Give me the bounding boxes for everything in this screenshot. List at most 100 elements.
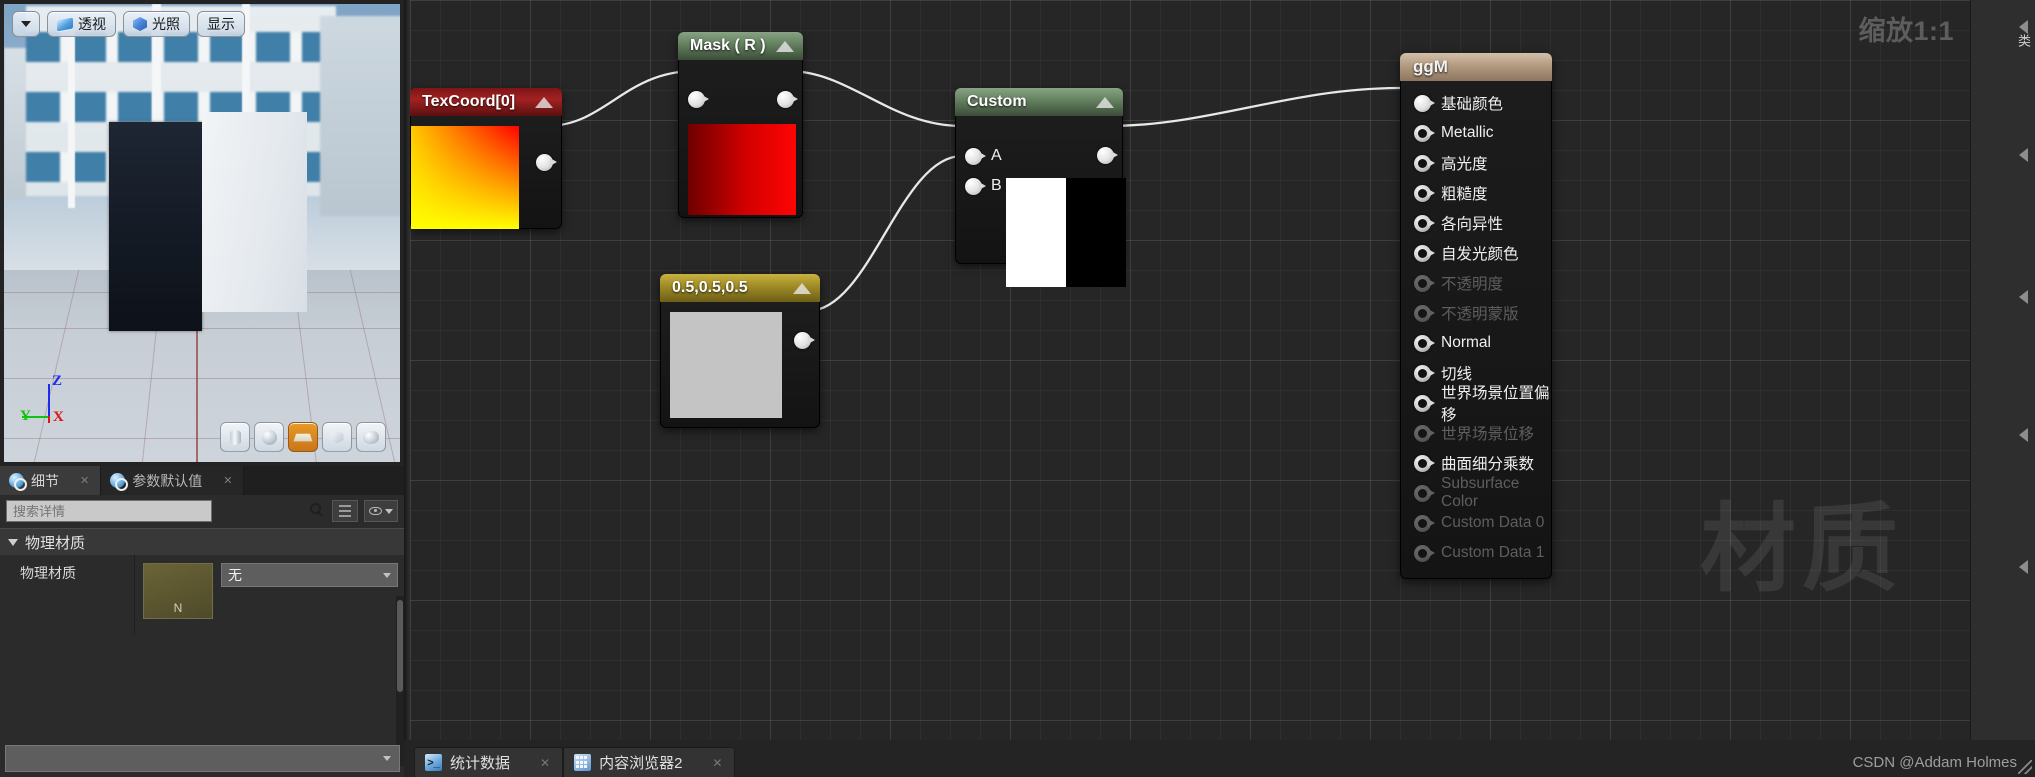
- material-pin[interactable]: [1414, 484, 1435, 502]
- list-icon: [339, 505, 351, 517]
- close-icon[interactable]: ✕: [223, 474, 232, 487]
- material-pin[interactable]: [1414, 364, 1435, 382]
- material-pin-row[interactable]: 高光度: [1401, 148, 1551, 178]
- texcoord-node[interactable]: TexCoord[0]: [410, 88, 562, 229]
- material-pin[interactable]: [1414, 304, 1435, 322]
- custom-input-pin-a[interactable]: [965, 147, 986, 165]
- constant-node-header[interactable]: 0.5,0.5,0.5: [660, 274, 820, 302]
- view-mode-perspective-label: 透视: [78, 16, 106, 32]
- constant-node-body: [660, 302, 820, 428]
- chevron-right-icon[interactable]: [2019, 20, 2028, 34]
- material-output-header[interactable]: ggM: [1400, 53, 1552, 81]
- mask-node-header[interactable]: Mask ( R ): [678, 32, 803, 60]
- material-pin-row[interactable]: Custom Data 0: [1401, 508, 1551, 538]
- material-pin[interactable]: [1414, 124, 1435, 142]
- mask-input-pin[interactable]: [688, 91, 709, 108]
- preview-shape-cylinder[interactable]: [220, 422, 250, 452]
- collapse-triangle-icon[interactable]: [793, 282, 811, 294]
- close-icon[interactable]: ✕: [80, 474, 89, 487]
- material-pin-row[interactable]: 粗糙度: [1401, 178, 1551, 208]
- tab-statistics[interactable]: >_ 统计数据 ✕: [414, 747, 564, 777]
- asset-thumbnail[interactable]: N: [143, 563, 213, 619]
- sidebar-tab-palette[interactable]: 类: [2014, 34, 2033, 48]
- material-pin-row[interactable]: 曲面细分乘数: [1401, 448, 1551, 478]
- mask-node[interactable]: Mask ( R ): [678, 32, 803, 218]
- material-pin[interactable]: [1414, 94, 1435, 112]
- material-pin-row[interactable]: Subsurface Color: [1401, 475, 1551, 510]
- physical-material-combo[interactable]: 无: [221, 563, 398, 587]
- texcoord-output-pin[interactable]: [536, 154, 557, 171]
- view-mode-lit-button[interactable]: 光照: [123, 11, 190, 37]
- chevron-right-icon[interactable]: [2019, 290, 2028, 304]
- mask-node-body: [678, 60, 803, 218]
- tab-details[interactable]: 细节 ✕: [0, 466, 102, 495]
- collapse-triangle-icon[interactable]: [776, 40, 794, 52]
- custom-node-header[interactable]: Custom: [955, 88, 1123, 116]
- material-pin[interactable]: [1414, 244, 1435, 262]
- details-tab-row: 细节 ✕ 参数默认值 ✕: [0, 466, 404, 495]
- chevron-right-icon[interactable]: [2019, 560, 2028, 574]
- material-preview-viewport[interactable]: 透视 光照 显示 Z Y X: [4, 4, 400, 462]
- material-pin-row[interactable]: Custom Data 1: [1401, 538, 1551, 568]
- view-mode-perspective-button[interactable]: 透视: [47, 11, 116, 37]
- view-mode-lit-label: 光照: [152, 16, 180, 32]
- details-view-options-button[interactable]: [332, 500, 358, 522]
- tab-content-browser-2[interactable]: 内容浏览器2 ✕: [563, 747, 736, 777]
- material-pin-row[interactable]: 世界场景位移: [1401, 418, 1551, 448]
- material-pin[interactable]: [1414, 334, 1435, 352]
- content-browser-icon: [574, 754, 592, 771]
- search-icon: [310, 503, 321, 514]
- constant-output-pin[interactable]: [794, 332, 815, 349]
- material-pin-row[interactable]: 自发光颜色: [1401, 238, 1551, 268]
- material-pin-label: 曲面细分乘数: [1441, 456, 1535, 473]
- material-pin[interactable]: [1414, 424, 1435, 442]
- left-bottom-combo[interactable]: [5, 745, 400, 772]
- mask-output-pin[interactable]: [777, 91, 798, 108]
- chevron-right-icon[interactable]: [2019, 428, 2028, 442]
- texcoord-preview: [411, 126, 519, 229]
- preview-shape-teapot[interactable]: [356, 422, 386, 452]
- close-icon[interactable]: ✕: [712, 756, 722, 770]
- tab-parameter-defaults[interactable]: 参数默认值 ✕: [101, 466, 245, 495]
- details-visibility-button[interactable]: [364, 500, 398, 522]
- material-pin-row[interactable]: Metallic: [1401, 118, 1551, 148]
- resize-grip[interactable]: [2018, 760, 2032, 774]
- custom-node[interactable]: Custom A B: [955, 88, 1126, 287]
- preview-shape-cube[interactable]: [322, 422, 352, 452]
- material-pin-row[interactable]: 不透明度: [1401, 268, 1551, 298]
- close-icon[interactable]: ✕: [540, 756, 550, 770]
- material-pin-row[interactable]: Normal: [1401, 328, 1551, 358]
- material-pin-row[interactable]: 基础颜色: [1401, 88, 1551, 118]
- custom-input-pin-b[interactable]: [965, 177, 986, 195]
- show-flags-button[interactable]: 显示: [197, 11, 245, 37]
- material-pin[interactable]: [1414, 274, 1435, 292]
- material-pin[interactable]: [1414, 544, 1435, 562]
- custom-output-pin[interactable]: [1097, 147, 1118, 164]
- constant-node[interactable]: 0.5,0.5,0.5: [660, 274, 820, 428]
- material-graph-canvas[interactable]: 缩放1:1 TexCoord[0] Mask ( R ) 0.5,0.5,0.5…: [410, 0, 1970, 740]
- material-pin[interactable]: [1414, 214, 1435, 232]
- collapse-triangle-icon[interactable]: [1096, 96, 1114, 108]
- material-pin[interactable]: [1414, 154, 1435, 172]
- material-pin[interactable]: [1414, 184, 1435, 202]
- material-pin[interactable]: [1414, 454, 1435, 472]
- custom-input-label-b: B: [991, 177, 1002, 194]
- preview-shape-sphere[interactable]: [254, 422, 284, 452]
- viewport-options-button[interactable]: [12, 11, 40, 37]
- chevron-right-icon[interactable]: [2019, 148, 2028, 162]
- material-pin-row[interactable]: 各向异性: [1401, 208, 1551, 238]
- bottom-tab-bar: >_ 统计数据 ✕ 内容浏览器2 ✕ CSDN @Addam Holmes: [404, 740, 2035, 777]
- texcoord-node-header[interactable]: TexCoord[0]: [410, 88, 562, 116]
- search-input[interactable]: [6, 500, 212, 522]
- material-output-node[interactable]: ggM 基础颜色 Metallic 高光度 粗糙度 各向异性 自发光颜色 不透明度 不透明蒙版…: [1400, 53, 1552, 579]
- material-pin-row[interactable]: 世界场景位置偏移: [1401, 385, 1551, 424]
- details-scrollbar[interactable]: [396, 596, 404, 766]
- material-pin-row[interactable]: 不透明蒙版: [1401, 298, 1551, 328]
- material-pin[interactable]: [1414, 394, 1435, 412]
- preview-shape-plane[interactable]: [288, 422, 318, 452]
- material-pin-label: Metallic: [1441, 124, 1494, 141]
- section-physical-material[interactable]: 物理材质: [0, 528, 404, 555]
- collapse-triangle-icon[interactable]: [535, 96, 553, 108]
- material-pin[interactable]: [1414, 514, 1435, 532]
- material-pin-label: Normal: [1441, 334, 1491, 351]
